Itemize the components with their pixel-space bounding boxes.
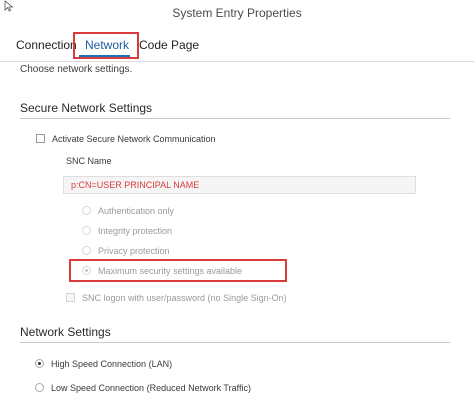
tab-connection[interactable]: Connection — [16, 38, 77, 52]
low-speed-label: Low Speed Connection (Reduced Network Tr… — [51, 383, 251, 393]
activate-snc-label: Activate Secure Network Communication — [52, 134, 216, 144]
radio-integrity-protection[interactable] — [82, 226, 91, 235]
high-speed-label: High Speed Connection (LAN) — [51, 359, 173, 369]
snc-logon-label: SNC logon with user/password (no Single … — [82, 293, 287, 303]
radio-low-speed[interactable] — [35, 383, 44, 392]
tab-highlight-box — [73, 32, 139, 59]
window-title: System Entry Properties — [172, 6, 302, 20]
radio-authentication-only[interactable] — [82, 206, 91, 215]
tab-bar: Connection Network Code Page — [0, 30, 474, 60]
snc-name-label: SNC Name — [66, 156, 112, 166]
page-subtitle: Choose network settings. — [20, 64, 133, 75]
snc-name-input[interactable]: p:CN=USER PRINCIPAL NAME — [63, 176, 416, 194]
tab-separator — [0, 61, 474, 62]
authentication-only-label: Authentication only — [98, 206, 175, 216]
integrity-protection-label: Integrity protection — [98, 226, 173, 236]
snc-name-value: p:CN=USER PRINCIPAL NAME — [71, 180, 200, 190]
snc-logon-checkbox[interactable] — [66, 293, 75, 302]
maximum-security-highlight-box — [69, 259, 287, 282]
tab-code-page[interactable]: Code Page — [139, 38, 199, 52]
section-divider — [20, 118, 450, 119]
secure-network-settings-heading: Secure Network Settings — [20, 101, 153, 115]
privacy-protection-label: Privacy protection — [98, 246, 170, 256]
section-divider — [20, 342, 450, 343]
mouse-cursor-icon — [4, 0, 14, 12]
radio-privacy-protection[interactable] — [82, 246, 91, 255]
radio-high-speed[interactable] — [35, 359, 44, 368]
network-settings-heading: Network Settings — [20, 325, 111, 339]
activate-snc-checkbox[interactable] — [36, 134, 45, 143]
